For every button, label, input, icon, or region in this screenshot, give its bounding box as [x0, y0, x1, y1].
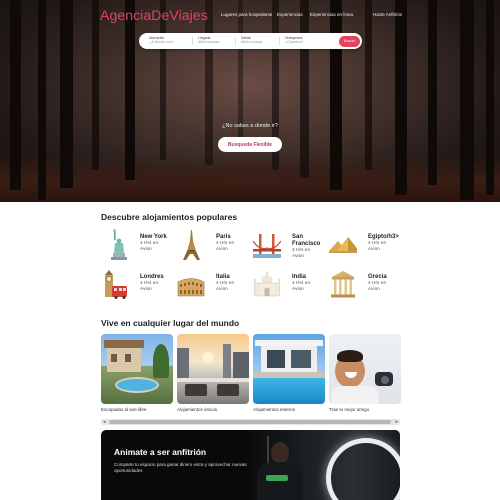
destination-item[interactable]: India 4 Hrs en Avion	[253, 269, 325, 305]
search-checkout-field[interactable]: Salida dd/mm/aaaa	[241, 36, 262, 46]
scrollbar-thumb[interactable]	[109, 420, 391, 424]
big-ben-bus-icon	[105, 270, 127, 299]
destination-name: Paris	[216, 234, 231, 240]
entire-homes-photo	[253, 334, 325, 404]
search-checkin-input[interactable]: dd/mm/aaaa	[198, 40, 219, 45]
destination-info: 4 Hrs en Avion	[140, 241, 159, 252]
pet-friendly-photo	[329, 334, 401, 404]
destination-info: 4 Hrs en Avion	[292, 281, 311, 292]
anywhere-section-title: Vive en cualquier lugar del mundo	[101, 318, 240, 328]
search-bar: Ubicación ¿A dónde vas? Llegada dd/mm/aa…	[139, 33, 362, 49]
colosseum-icon	[177, 278, 205, 297]
destination-info: 4 Hrs en Avion	[368, 241, 387, 252]
destination-item[interactable]: San Francisco 4 Hrs en Avion	[253, 229, 325, 265]
host-description: Comparte tu espacio para ganar dinero ex…	[114, 462, 247, 473]
destination-info: 4 Hrs en Avion	[216, 241, 235, 252]
destination-info: 4 Hrs en Avion	[140, 281, 159, 292]
search-location-input[interactable]: ¿A dónde vas?	[149, 40, 174, 45]
taj-mahal-icon	[254, 272, 280, 297]
destination-name: India	[292, 274, 307, 280]
experience-card[interactable]: Escapadas al aire libre	[101, 334, 173, 412]
card-caption: Alojamientos enteros	[253, 407, 296, 412]
destination-item[interactable]: Italia 4 Hrs en Avion	[177, 269, 249, 305]
search-checkin-field[interactable]: Llegada dd/mm/aaaa	[198, 36, 219, 46]
hero-banner: AgenciaDeViajes Lugares para hospedarse …	[0, 0, 500, 202]
search-location-field[interactable]: Ubicación ¿A dónde vas?	[149, 36, 174, 46]
popular-section-title: Descubre alojamientos populares	[101, 212, 238, 222]
destination-name: New York	[140, 234, 167, 240]
horizontal-scrollbar[interactable]: ◂ ▸	[101, 419, 400, 425]
card-caption: Alojamientos únicos	[177, 407, 218, 412]
statue-of-liberty-icon	[111, 229, 127, 260]
search-guests-field[interactable]: Huéspedes ¿Cuántos?	[285, 36, 304, 46]
search-guests-input[interactable]: ¿Cuántos?	[285, 40, 304, 45]
search-checkout-input[interactable]: dd/mm/aaaa	[241, 40, 262, 45]
outdoor-getaway-photo	[101, 334, 173, 404]
flexible-search-button[interactable]: Busqueda Flexible	[218, 137, 282, 152]
destination-name: Italia	[216, 274, 230, 280]
scroll-right-arrow-icon[interactable]: ▸	[395, 419, 398, 425]
host-banner: Animate a ser anfitrión Comparte tu espa…	[101, 430, 400, 500]
nav-link-become-host[interactable]: Hazte Anfitrión	[373, 12, 402, 17]
scroll-left-arrow-icon[interactable]: ◂	[103, 419, 106, 425]
destination-item[interactable]: New York 4 Hrs en Avion	[101, 229, 173, 265]
destination-item[interactable]: Londres 4 Hrs en Avion	[101, 269, 173, 305]
nav-link-stays[interactable]: Lugares para hospedarse	[221, 12, 272, 17]
golden-gate-bridge-icon	[253, 234, 281, 258]
destination-item[interactable]: Paris 4 Hrs en Avion	[177, 229, 249, 265]
brand-logo[interactable]: AgenciaDeViajes	[100, 7, 208, 23]
experience-card[interactable]: Alojamientos enteros	[253, 334, 325, 412]
experience-card[interactable]: Alojamientos únicos	[177, 334, 249, 412]
destination-name: Grecia	[368, 274, 387, 280]
card-caption: Escapadas al aire libre	[101, 407, 147, 412]
eiffel-tower-icon	[183, 230, 200, 260]
pyramids-icon	[329, 237, 357, 253]
nav-link-online-experiences[interactable]: Experiencias en línea	[310, 12, 353, 17]
nav-link-experiences[interactable]: Experiencias	[277, 12, 303, 17]
destination-info: 4 Hrs en Avion	[368, 281, 387, 292]
destination-info: 4 Hrs en Avion	[292, 248, 311, 259]
destination-name: Egipto/h3>	[368, 234, 399, 240]
host-title: Animate a ser anfitrión	[114, 447, 207, 457]
search-button[interactable]: Buscar	[339, 35, 360, 47]
card-caption: Trae tu mejor amigo	[329, 407, 370, 412]
greek-temple-icon	[331, 271, 355, 298]
destination-name: San Francisco	[292, 234, 321, 247]
destination-name: Londres	[140, 274, 164, 280]
destination-info: 4 Hrs en Avion	[216, 281, 235, 292]
destination-item[interactable]: Egipto/h3> 4 Hrs en Avion	[329, 229, 401, 265]
top-navigation: AgenciaDeViajes Lugares para hospedarse …	[0, 0, 500, 30]
experience-card[interactable]: Trae tu mejor amigo	[329, 334, 401, 412]
forest-floor	[0, 154, 500, 202]
unique-stays-photo	[177, 334, 249, 404]
hero-question: ¿No sabes a donde ir?	[222, 123, 278, 129]
destination-item[interactable]: Grecia 4 Hrs en Avion	[329, 269, 401, 305]
